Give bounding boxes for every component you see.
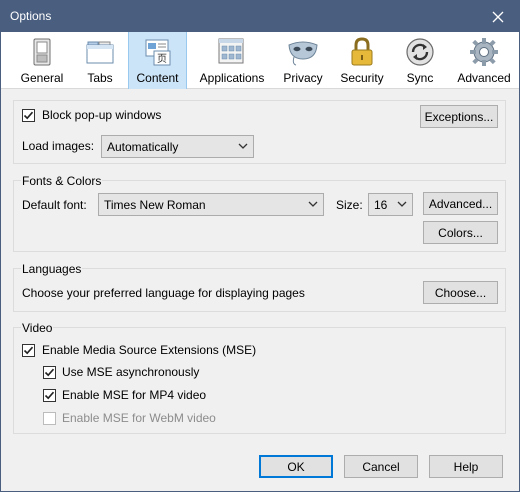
load-images-select[interactable]: Automatically (101, 135, 254, 158)
checkmark-icon (44, 391, 55, 400)
mse-mp4-label[interactable]: Enable MSE for MP4 video (62, 388, 206, 402)
window-title: Options (10, 9, 52, 23)
cancel-button[interactable]: Cancel (344, 455, 418, 478)
tab-privacy-label: Privacy (283, 71, 323, 85)
default-font-label: Default font: (22, 198, 87, 212)
content-pane: Block pop-up windows Exceptions... Load … (1, 90, 519, 491)
fonts-advanced-button[interactable]: Advanced... (423, 192, 498, 215)
checkmark-icon (23, 346, 34, 355)
font-size-value: 16 (374, 198, 388, 212)
tab-general[interactable]: General (15, 32, 69, 89)
default-font-value: Times New Roman (104, 198, 206, 212)
chevron-down-icon (238, 143, 248, 149)
video-group: Video Enable Media Source Extensions (MS… (13, 321, 506, 434)
size-label: Size: (336, 198, 363, 212)
exceptions-button[interactable]: Exceptions... (420, 105, 498, 128)
tab-applications-label: Applications (199, 71, 265, 85)
general-icon (25, 35, 59, 69)
block-popups-label[interactable]: Block pop-up windows (42, 108, 161, 122)
help-button[interactable]: Help (429, 455, 503, 478)
fonts-colors-title: Fonts & Colors (21, 174, 103, 188)
tab-sync[interactable]: Sync (397, 32, 443, 89)
tab-advanced-label: Advanced (457, 71, 511, 85)
tab-sync-label: Sync (406, 71, 434, 85)
gear-icon (467, 35, 501, 69)
mse-async-label[interactable]: Use MSE asynchronously (62, 365, 199, 379)
tab-security-label: Security (340, 71, 384, 85)
checkmark-icon (23, 111, 34, 120)
tab-advanced[interactable]: Advanced (453, 32, 515, 89)
options-window: Options General Tabs 页 Content Applicati… (0, 0, 520, 492)
padlock-icon (345, 35, 379, 69)
popups-images-group: Block pop-up windows Exceptions... Load … (13, 100, 506, 164)
mse-webm-checkbox (43, 412, 56, 425)
close-button[interactable] (477, 1, 519, 32)
mse-webm-label: Enable MSE for WebM video (62, 411, 216, 425)
chevron-down-icon (308, 201, 318, 207)
tab-privacy[interactable]: Privacy (279, 32, 327, 89)
tab-tabs[interactable]: Tabs (75, 32, 125, 89)
mse-mp4-checkbox[interactable] (43, 389, 56, 402)
tab-tabs-label: Tabs (87, 71, 113, 85)
svg-text:页: 页 (157, 53, 167, 65)
tab-content[interactable]: 页 Content (128, 32, 187, 89)
applications-icon (215, 35, 249, 69)
video-title: Video (21, 321, 54, 335)
enable-mse-label[interactable]: Enable Media Source Extensions (MSE) (42, 343, 256, 357)
privacy-mask-icon (286, 35, 320, 69)
languages-description: Choose your preferred language for displ… (22, 286, 305, 300)
title-bar[interactable]: Options (1, 1, 519, 32)
close-icon (492, 11, 504, 22)
tab-security[interactable]: Security (337, 32, 387, 89)
languages-group: Languages Choose your preferred language… (13, 262, 506, 312)
sync-icon (403, 35, 437, 69)
content-icon: 页 (141, 35, 175, 69)
tabs-icon (83, 35, 117, 69)
ok-button[interactable]: OK (259, 455, 333, 478)
font-size-select[interactable]: 16 (368, 193, 413, 216)
tab-applications[interactable]: Applications (193, 32, 271, 89)
colors-button[interactable]: Colors... (423, 221, 498, 244)
checkmark-icon (44, 368, 55, 377)
load-images-label: Load images: (22, 139, 95, 153)
tab-content-label: Content (136, 71, 179, 85)
default-font-select[interactable]: Times New Roman (98, 193, 324, 216)
chevron-down-icon (397, 201, 407, 207)
category-toolbar: General Tabs 页 Content Applications Priv… (1, 32, 519, 89)
enable-mse-checkbox[interactable] (22, 344, 35, 357)
block-popups-checkbox[interactable] (22, 109, 35, 122)
languages-title: Languages (21, 262, 83, 276)
fonts-colors-group: Fonts & Colors Default font: Times New R… (13, 174, 506, 252)
mse-async-checkbox[interactable] (43, 366, 56, 379)
tab-general-label: General (20, 71, 64, 85)
load-images-value: Automatically (107, 140, 179, 154)
choose-language-button[interactable]: Choose... (423, 281, 498, 304)
